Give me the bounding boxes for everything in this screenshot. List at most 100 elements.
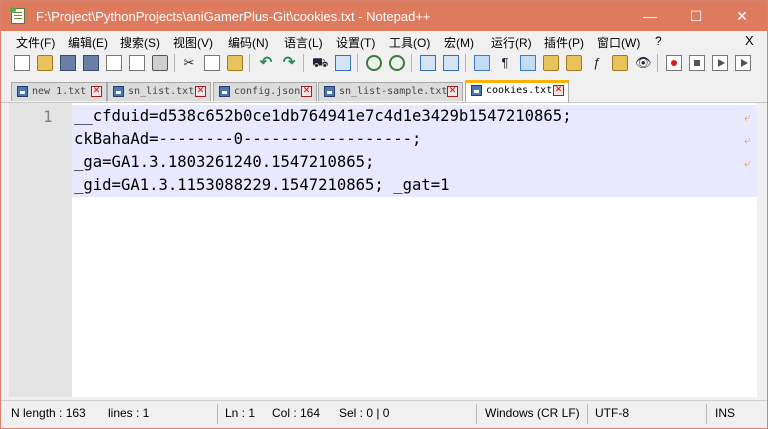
menu-view[interactable]: 视图(V)	[173, 34, 213, 51]
text-line: _gid=GA1.3.1153088229.1547210865; _gat=1	[74, 176, 450, 194]
copy-icon[interactable]	[204, 55, 220, 71]
tab-config-json[interactable]: config.json ✕	[213, 82, 317, 101]
toolbar-separator	[174, 54, 175, 72]
tab-close-icon[interactable]: ✕	[301, 86, 312, 97]
editor-area[interactable]: 1 __cfduid=d538c652b0ce1db764941e7c4d1e3…	[9, 103, 757, 397]
status-col: Col : 164	[272, 406, 321, 420]
status-separator	[706, 404, 707, 424]
status-lines: lines : 1	[108, 406, 150, 420]
tab-sn-list[interactable]: sn_list.txt ✕	[107, 82, 211, 101]
tab-sn-list-sample[interactable]: sn_list-sample.txt ✕	[318, 82, 463, 101]
line-number: 1	[43, 107, 53, 126]
toolbar-separator	[657, 54, 658, 72]
minimize-button[interactable]: —	[627, 1, 673, 31]
status-encoding[interactable]: UTF-8	[595, 406, 629, 420]
text-line: ckBahaAd=--------0------------------;	[74, 130, 422, 148]
status-separator	[476, 404, 477, 424]
tab-label: new 1.txt	[32, 86, 87, 97]
record-macro-icon[interactable]	[666, 55, 682, 71]
tab-new-1[interactable]: new 1.txt ✕	[11, 82, 107, 101]
close-document-x[interactable]: X	[745, 33, 754, 48]
tab-label: sn_list-sample.txt	[339, 86, 448, 97]
undo-icon[interactable]: ↶	[258, 55, 274, 71]
menu-encoding[interactable]: 编码(N)	[228, 34, 269, 51]
tab-label: config.json	[234, 86, 301, 97]
function-list-icon[interactable]: ƒ	[589, 55, 605, 71]
menu-plugins[interactable]: 插件(P)	[544, 34, 584, 51]
wrap-indicator-icon: ⤶	[744, 110, 751, 124]
find-icon[interactable]: ⛟	[312, 55, 328, 71]
file-saved-icon	[219, 86, 230, 97]
file-saved-icon	[471, 85, 482, 96]
left-border	[1, 103, 9, 397]
new-file-icon[interactable]	[14, 55, 30, 71]
toolbar-separator	[303, 54, 304, 72]
status-separator	[217, 404, 218, 424]
doc-map-icon[interactable]	[566, 55, 582, 71]
run-macro-multiple-icon[interactable]	[735, 55, 751, 71]
menu-help[interactable]: ?	[655, 34, 662, 48]
status-bar: N length : 163 lines : 1 Ln : 1 Col : 16…	[1, 400, 767, 428]
status-ln: Ln : 1	[225, 406, 256, 420]
toolbar: ✂ ↶ ↷ ⛟ ¶ ƒ 👁	[1, 51, 767, 78]
tab-label: sn_list.txt	[128, 86, 195, 97]
maximize-button[interactable]: ☐	[673, 1, 719, 31]
notepadpp-window: F:\Project\PythonProjects\aniGamerPlus-G…	[0, 0, 768, 429]
show-all-chars-icon[interactable]: ¶	[497, 55, 513, 71]
status-separator	[587, 404, 588, 424]
menu-tools[interactable]: 工具(O)	[389, 34, 430, 51]
menu-run[interactable]: 运行(R)	[491, 34, 532, 51]
toolbar-separator	[357, 54, 358, 72]
menu-search[interactable]: 搜索(S)	[120, 34, 160, 51]
replace-icon[interactable]	[335, 55, 351, 71]
close-file-icon[interactable]	[106, 55, 122, 71]
status-insert-mode[interactable]: INS	[715, 406, 735, 420]
wrap-indicator-icon: ⤶	[744, 133, 751, 147]
menu-window[interactable]: 窗口(W)	[597, 34, 640, 51]
file-saved-icon	[113, 86, 124, 97]
play-macro-icon[interactable]	[712, 55, 728, 71]
file-saved-icon	[17, 86, 28, 97]
tab-close-icon[interactable]: ✕	[195, 86, 206, 97]
tab-cookies-txt[interactable]: cookies.txt ✕	[465, 80, 569, 102]
indent-guide-icon[interactable]	[520, 55, 536, 71]
folder-workspace-icon[interactable]	[612, 55, 628, 71]
menu-edit[interactable]: 编辑(E)	[68, 34, 108, 51]
sync-vertical-icon[interactable]	[420, 55, 436, 71]
menu-settings[interactable]: 设置(T)	[336, 34, 375, 51]
tab-close-icon[interactable]: ✕	[553, 85, 564, 96]
tab-close-icon[interactable]: ✕	[447, 86, 458, 97]
status-length: N length : 163	[11, 406, 86, 420]
title-bar[interactable]: F:\Project\PythonProjects\aniGamerPlus-G…	[1, 1, 767, 31]
save-icon[interactable]	[60, 55, 76, 71]
menu-bar: 文件(F) 编辑(E) 搜索(S) 视图(V) 编码(N) 语言(L) 设置(T…	[1, 31, 767, 51]
menu-file[interactable]: 文件(F)	[16, 34, 55, 51]
print-icon[interactable]	[152, 55, 168, 71]
status-eol[interactable]: Windows (CR LF)	[485, 406, 580, 420]
menu-macro[interactable]: 宏(M)	[444, 34, 474, 51]
udl-icon[interactable]	[543, 55, 559, 71]
paste-icon[interactable]	[227, 55, 243, 71]
toolbar-separator	[249, 54, 250, 72]
stop-macro-icon[interactable]	[689, 55, 705, 71]
zoom-out-icon[interactable]	[389, 55, 405, 71]
close-all-icon[interactable]	[129, 55, 145, 71]
tab-label: cookies.txt	[486, 85, 553, 96]
tab-bar: new 1.txt ✕ sn_list.txt ✕ config.json ✕ …	[1, 79, 767, 103]
sync-horizontal-icon[interactable]	[443, 55, 459, 71]
line-number-gutter: 1	[9, 103, 72, 397]
open-file-icon[interactable]	[37, 55, 53, 71]
monitoring-icon[interactable]: 👁	[635, 55, 652, 71]
toolbar-separator	[465, 54, 466, 72]
tab-close-icon[interactable]: ✕	[91, 86, 102, 97]
cut-icon[interactable]: ✂	[181, 55, 197, 71]
zoom-in-icon[interactable]	[366, 55, 382, 71]
save-all-icon[interactable]	[83, 55, 99, 71]
menu-language[interactable]: 语言(L)	[284, 34, 323, 51]
close-button[interactable]: ✕	[719, 1, 765, 31]
text-content[interactable]: __cfduid=d538c652b0ce1db764941e7c4d1e342…	[72, 103, 757, 397]
notepadpp-app-icon[interactable]	[10, 7, 25, 24]
word-wrap-icon[interactable]	[474, 55, 490, 71]
redo-icon[interactable]: ↷	[281, 55, 297, 71]
toolbar-separator	[411, 54, 412, 72]
